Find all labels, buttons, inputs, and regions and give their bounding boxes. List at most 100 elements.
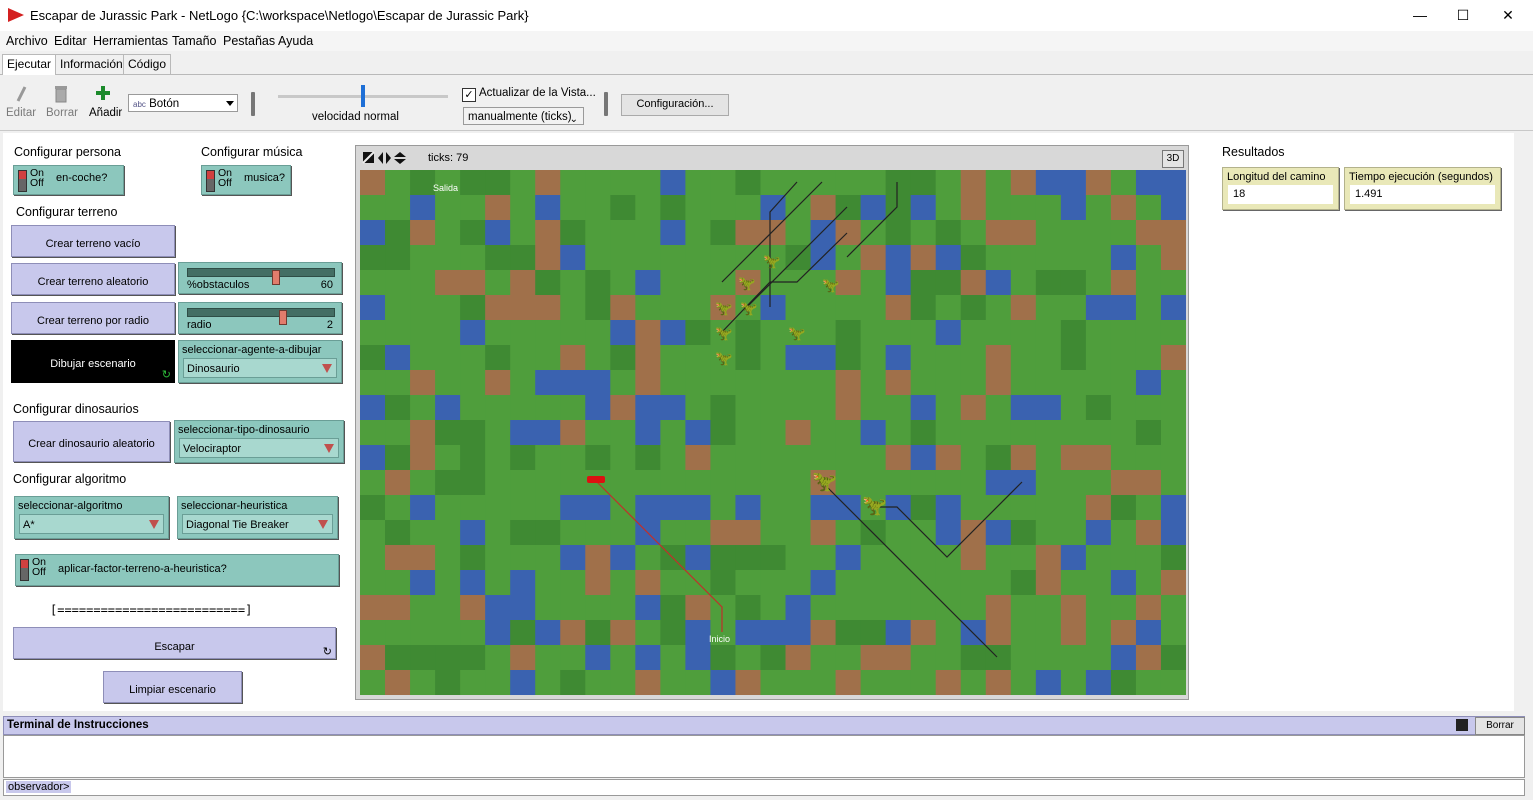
add-label[interactable]: Añadir	[89, 107, 122, 119]
progress-text: [==========================]	[50, 603, 253, 617]
terrain-patch	[1085, 345, 1112, 371]
crear-terreno-radio-button[interactable]: Crear terreno por radio	[11, 302, 175, 334]
maximize-button[interactable]: ☐	[1453, 6, 1473, 24]
slider-track[interactable]	[187, 308, 335, 325]
terrain-patch	[410, 295, 436, 321]
terrain-patch	[560, 670, 586, 695]
terrain-patch	[585, 595, 611, 621]
terrain-patch	[560, 420, 586, 446]
update-mode-select[interactable]: manualmente (ticks) ⌄	[463, 107, 584, 125]
chooser-value-box[interactable]: Dinosaurio	[183, 358, 337, 378]
close-button[interactable]: ✕	[1498, 6, 1518, 24]
terrain-patch	[710, 645, 736, 671]
terrain-patch	[810, 445, 837, 471]
menu-tamano[interactable]: Tamaño	[172, 34, 216, 48]
chooser-agente[interactable]: seleccionar-agente-a-dibujar Dinosaurio	[178, 340, 342, 383]
terrain-patch	[385, 345, 411, 371]
interface-scrollbar[interactable]	[1514, 133, 1525, 711]
minimize-button[interactable]: —	[1410, 6, 1430, 24]
terrain-patch	[760, 395, 787, 421]
terrain-patch	[560, 270, 586, 296]
slider-handle[interactable]	[272, 270, 280, 285]
clear-button[interactable]: Borrar	[1475, 717, 1525, 735]
speed-slider[interactable]	[278, 85, 448, 107]
terrain-patch	[1010, 320, 1037, 346]
world-view[interactable]: 🦖 🦖 🦖 🦖 🦖 🦖 🦖 🦖 🦖 🦖 Inicio Salida	[360, 170, 1186, 695]
tab-codigo[interactable]: Código	[123, 54, 172, 74]
title-bar: Escapar de Jurassic Park - NetLogo {C:\w…	[0, 0, 1533, 31]
terrain-patch	[360, 345, 386, 371]
terrain-patch	[1135, 420, 1162, 446]
terrain-patch	[1060, 520, 1087, 546]
escapar-button[interactable]: Escapar ↻	[13, 627, 336, 659]
chooser-value-box[interactable]: Diagonal Tie Breaker	[182, 514, 333, 534]
pencil-icon[interactable]	[14, 85, 28, 103]
menu-editar[interactable]: Editar	[54, 34, 87, 48]
expand-icon[interactable]	[1456, 719, 1468, 731]
limpiar-escenario-button[interactable]: Limpiar escenario	[103, 671, 242, 703]
switch-en-coche[interactable]: On Off en-coche?	[13, 165, 124, 195]
terrain-patch	[485, 620, 511, 646]
label-configurar-musica: Configurar música	[201, 145, 303, 159]
slider-track[interactable]	[187, 268, 335, 285]
menu-pestanas[interactable]: Pestañas	[223, 34, 275, 48]
trash-icon[interactable]	[54, 85, 68, 103]
observer-prompt[interactable]: observador>	[6, 781, 72, 793]
update-view-label[interactable]: Actualizar de la Vista...	[479, 87, 596, 99]
terrain-patch	[635, 220, 661, 246]
slider-obstaculos[interactable]: %obstaculos 60	[178, 262, 342, 294]
chooser-value-box[interactable]: Velociraptor	[179, 438, 339, 458]
switch-musica[interactable]: On Off musica?	[201, 165, 291, 195]
widget-type-select[interactable]: abc Botón	[128, 94, 238, 112]
terrain-patch	[410, 245, 436, 271]
chooser-tipo-dinosaurio[interactable]: seleccionar-tipo-dinosaurio Velociraptor	[174, 420, 344, 463]
terrain-patch	[535, 545, 561, 571]
terrain-patch	[735, 620, 761, 646]
terrain-patch	[785, 245, 812, 271]
terrain-patch	[735, 520, 761, 546]
terrain-patch	[685, 520, 711, 546]
terminal-input-row[interactable]: observador>	[3, 779, 1525, 796]
terrain-patch	[360, 420, 386, 446]
chooser-algoritmo[interactable]: seleccionar-algoritmo A*	[14, 496, 169, 539]
delete-label[interactable]: Borrar	[46, 107, 78, 119]
crear-dinosaurio-button[interactable]: Crear dinosaurio aleatorio	[13, 421, 170, 462]
view-controls-icon[interactable]	[362, 151, 410, 165]
slider-handle[interactable]	[279, 310, 287, 325]
terrain-patch	[785, 645, 812, 671]
crear-terreno-aleatorio-button[interactable]: Crear terreno aleatorio	[11, 263, 175, 295]
update-view-checkbox[interactable]: ✓	[462, 88, 476, 102]
crear-terreno-vacio-button[interactable]: Crear terreno vacío	[11, 225, 175, 257]
add-icon[interactable]	[95, 85, 111, 101]
terrain-patch	[660, 470, 686, 496]
terrain-patch	[685, 170, 711, 196]
switch-factor-terreno[interactable]: On Off aplicar-factor-terreno-a-heuristic…	[15, 554, 339, 586]
chooser-value-box[interactable]: A*	[19, 514, 164, 534]
terrain-patch	[810, 295, 837, 321]
slider-radio[interactable]: radio 2	[178, 302, 342, 334]
button-widget-icon: abc	[133, 100, 146, 109]
terrain-patch	[385, 395, 411, 421]
terrain-patch	[1010, 620, 1037, 646]
menu-herramientas[interactable]: Herramientas	[93, 34, 168, 48]
menu-archivo[interactable]: Archivo	[6, 34, 48, 48]
edit-label[interactable]: Editar	[6, 107, 36, 119]
terrain-patch	[410, 595, 436, 621]
terrain-patch	[1110, 670, 1137, 695]
terrain-patch	[885, 220, 912, 246]
tab-ejecutar[interactable]: Ejecutar	[2, 54, 57, 75]
separator	[251, 92, 255, 116]
menu-ayuda[interactable]: Ayuda	[278, 34, 313, 48]
terrain-patch	[1085, 320, 1112, 346]
terrain-patch	[960, 245, 987, 271]
terrain-patch	[685, 345, 711, 371]
3d-button[interactable]: 3D	[1162, 150, 1184, 168]
chooser-heuristica[interactable]: seleccionar-heuristica Diagonal Tie Brea…	[177, 496, 338, 539]
speed-slider-handle[interactable]	[361, 85, 365, 107]
button-label: Dibujar escenario	[50, 358, 136, 370]
terrain-patch	[1110, 470, 1137, 496]
settings-button[interactable]: Configuración...	[621, 94, 729, 116]
dibujar-escenario-button[interactable]: Dibujar escenario ↻	[11, 340, 175, 383]
terminal-output[interactable]	[3, 735, 1525, 778]
tab-informacion[interactable]: Información	[55, 54, 128, 74]
